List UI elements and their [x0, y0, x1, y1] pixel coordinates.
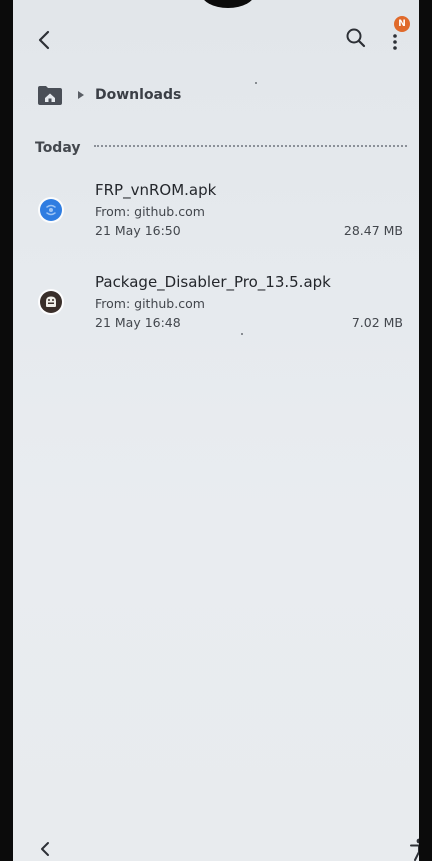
breadcrumb-arrow-icon — [78, 91, 84, 99]
file-name: Package_Disabler_Pro_13.5.apk — [95, 273, 331, 291]
chevron-left-icon — [38, 30, 50, 50]
accessibility-button[interactable] — [407, 836, 419, 861]
file-list-item[interactable]: Package_Disabler_Pro_13.5.apk From: gith… — [13, 268, 419, 338]
file-name: FRP_vnROM.apk — [95, 181, 217, 199]
search-icon — [346, 28, 366, 48]
breadcrumb: Downloads — [37, 82, 181, 108]
android-app-icon — [38, 289, 64, 315]
accessibility-icon — [410, 838, 419, 861]
breadcrumb-current[interactable]: Downloads — [95, 87, 181, 103]
screen-speck — [255, 82, 257, 84]
top-app-bar: N — [13, 16, 419, 60]
nav-back-button[interactable] — [37, 838, 53, 861]
section-title: Today — [35, 140, 81, 156]
home-folder-icon[interactable] — [37, 84, 63, 106]
file-list-item[interactable]: FRP_vnROM.apk From: github.com 21 May 16… — [13, 176, 419, 246]
file-manager-screen: N Downloads Today FRP_vnROM.apk From: gi… — [13, 0, 419, 861]
screen-speck — [241, 333, 243, 335]
search-button[interactable] — [343, 25, 369, 51]
section-divider — [94, 145, 407, 147]
section-header: Today — [35, 136, 407, 160]
file-source: From: github.com — [95, 204, 205, 219]
file-size: 7.02 MB — [351, 315, 403, 330]
back-button[interactable] — [31, 26, 59, 54]
app-globe-icon — [38, 197, 64, 223]
notification-badge: N — [394, 16, 410, 32]
camera-notch — [201, 0, 255, 8]
file-source: From: github.com — [95, 296, 205, 311]
file-date: 21 May 16:50 — [95, 223, 181, 238]
file-date: 21 May 16:48 — [95, 315, 181, 330]
file-size: 28.47 MB — [343, 223, 403, 238]
nav-back-icon — [41, 842, 49, 856]
